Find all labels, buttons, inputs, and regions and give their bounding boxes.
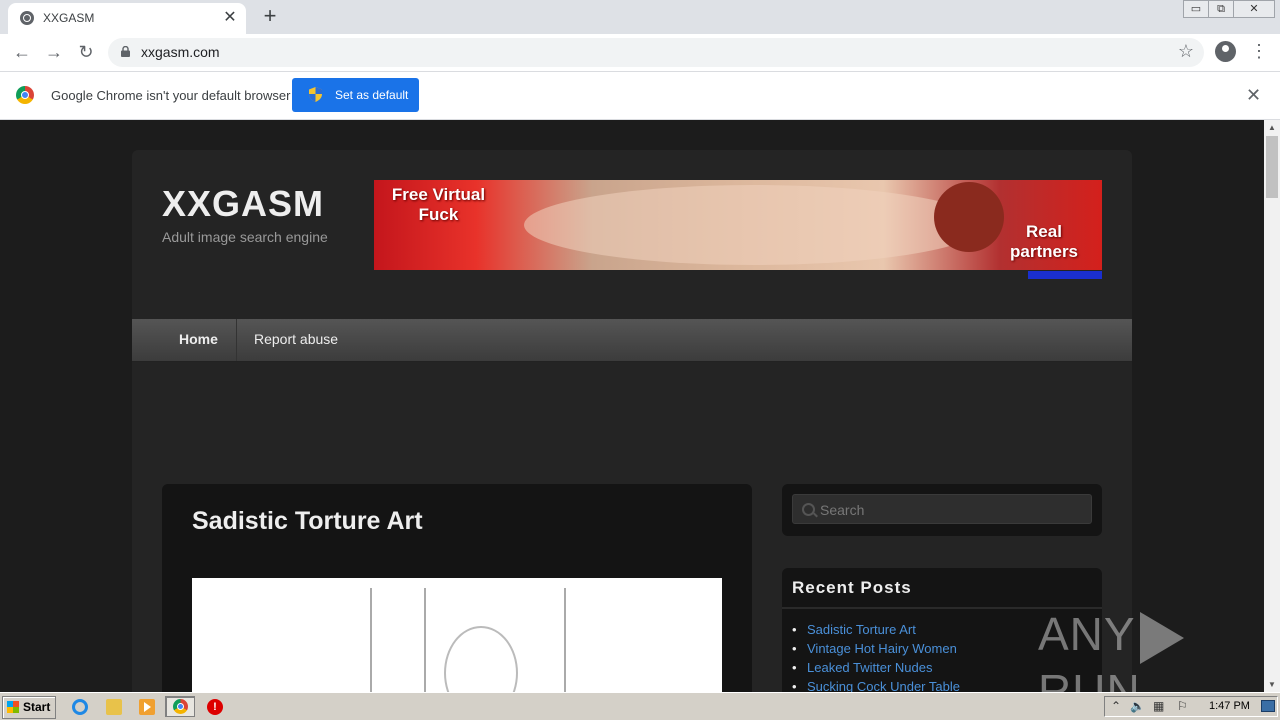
scroll-up-arrow-icon[interactable]: ▲ (1268, 123, 1276, 132)
tray-expand-icon[interactable]: ⌃ (1111, 699, 1121, 713)
action-center-flag-icon[interactable]: ⚐ (1177, 699, 1188, 713)
main-nav: Home Report abuse (132, 319, 1132, 362)
post-image[interactable] (192, 578, 722, 692)
url-text: xxgasm.com (141, 44, 220, 60)
site-container: XXGASM Adult image search engine Free Vi… (132, 150, 1132, 692)
reload-icon[interactable]: ↻ (74, 40, 98, 64)
globe-icon (20, 11, 34, 25)
network-icon[interactable]: ▦ (1153, 699, 1164, 713)
recent-posts-list: Sadistic Torture Art Vintage Hot Hairy W… (792, 620, 960, 692)
sketch-line (564, 588, 566, 692)
nav-divider (236, 319, 237, 361)
site-title[interactable]: XXGASM (162, 183, 324, 225)
banner-left-text: Free Virtual Fuck (391, 185, 486, 224)
default-browser-infobar: Google Chrome isn't your default browser… (0, 72, 1280, 120)
search-input[interactable]: Search (792, 494, 1092, 524)
post-title[interactable]: Sadistic Torture Art (192, 507, 423, 536)
internet-explorer-icon[interactable] (72, 699, 88, 715)
tab-title: XXGASM (43, 11, 95, 25)
lock-icon (121, 46, 130, 57)
clock[interactable]: 1:47 PM (1209, 700, 1250, 712)
start-button[interactable]: Start (2, 696, 56, 719)
chrome-icon (173, 699, 188, 714)
windows-taskbar: Start ! ⌃ 🔈 ▦ ⚐ 1:47 PM (0, 692, 1280, 720)
infobar-message: Google Chrome isn't your default browser (51, 88, 291, 103)
post-article: Sadistic Torture Art (162, 484, 752, 692)
watermark-left: ANY (1038, 608, 1136, 660)
search-placeholder: Search (820, 502, 865, 518)
play-logo-icon (1139, 611, 1184, 664)
profile-avatar-icon[interactable] (1215, 41, 1236, 62)
nav-home[interactable]: Home (179, 331, 218, 347)
restore-button[interactable]: ⧉ (1208, 0, 1234, 18)
browser-toolbar: ← → ↻ xxgasm.com ☆ ⋮ (0, 34, 1280, 72)
set-as-default-label: Set as default (335, 88, 409, 102)
banner-figure (524, 185, 984, 265)
tab-close-icon[interactable]: ✕ (220, 8, 240, 28)
start-label: Start (23, 700, 51, 714)
address-bar[interactable]: xxgasm.com ☆ (108, 38, 1204, 67)
search-icon (802, 503, 815, 516)
minimize-button[interactable]: ▭ (1183, 0, 1209, 18)
windows-logo-icon (7, 701, 19, 713)
new-tab-button[interactable]: + (258, 5, 282, 29)
recent-post-link[interactable]: Vintage Hot Hairy Women (792, 639, 960, 658)
forward-arrow-icon[interactable]: → (42, 40, 66, 64)
browser-tab[interactable]: XXGASM ✕ (8, 3, 246, 34)
kebab-menu-icon[interactable]: ⋮ (1250, 41, 1268, 65)
recent-posts-heading: Recent Posts (792, 578, 912, 597)
stop-icon[interactable]: ! (207, 699, 223, 715)
recent-post-link[interactable]: Sadistic Torture Art (792, 620, 960, 639)
file-explorer-icon[interactable] (106, 699, 122, 715)
recent-post-link[interactable]: Leaked Twitter Nudes (792, 658, 960, 677)
chrome-taskbar-button[interactable] (165, 696, 195, 717)
ad-banner[interactable]: Free Virtual Fuck Real partners (374, 180, 1102, 270)
infobar-close-icon[interactable]: ✕ (1246, 85, 1261, 106)
ad-link[interactable] (1028, 271, 1102, 279)
search-widget: Search (782, 484, 1102, 536)
chrome-logo-icon (16, 86, 34, 104)
sketch-line (424, 588, 426, 692)
media-player-icon[interactable] (139, 699, 155, 715)
show-desktop-icon[interactable] (1261, 700, 1275, 712)
sketch-figure (444, 626, 518, 692)
set-as-default-button[interactable]: Set as default (292, 78, 419, 112)
uac-shield-icon (309, 87, 322, 102)
volume-icon[interactable]: 🔈 (1130, 699, 1145, 713)
recent-post-link[interactable]: Sucking Cock Under Table (792, 677, 960, 692)
system-tray: ⌃ 🔈 ▦ ⚐ 1:47 PM (1104, 696, 1278, 717)
banner-figure-head (934, 182, 1004, 252)
site-description: Adult image search engine (162, 229, 328, 245)
back-arrow-icon[interactable]: ← (10, 40, 34, 64)
sketch-line (370, 588, 372, 692)
tab-strip: XXGASM ✕ + ▭ ⧉ ✕ (0, 0, 1280, 34)
banner-right-text: Real partners (1009, 222, 1079, 261)
close-window-button[interactable]: ✕ (1233, 0, 1275, 18)
nav-report-abuse[interactable]: Report abuse (254, 331, 338, 347)
bookmark-star-icon[interactable]: ☆ (1178, 41, 1194, 62)
scrollbar-thumb[interactable] (1266, 136, 1278, 198)
